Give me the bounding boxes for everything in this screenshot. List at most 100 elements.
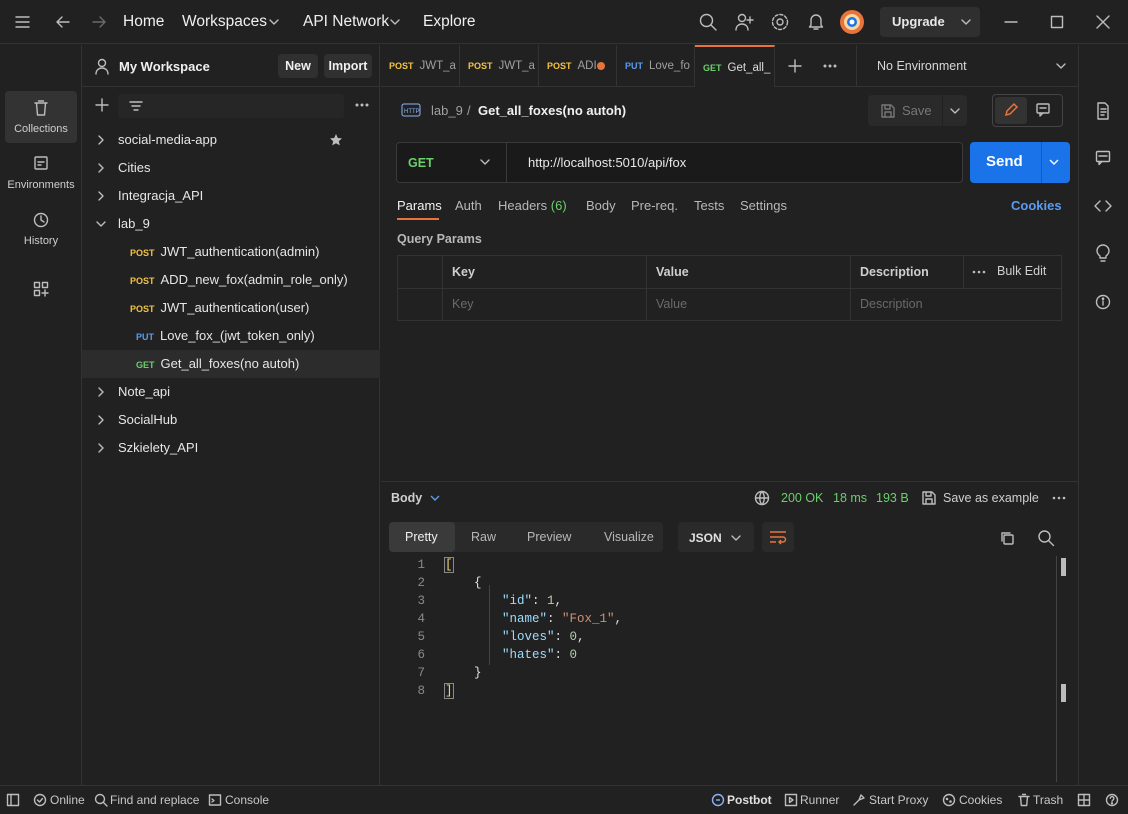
invite-user-icon[interactable]: [734, 12, 754, 32]
close-icon[interactable]: [1095, 14, 1111, 30]
upgrade-button[interactable]: Upgrade: [880, 7, 980, 37]
lightbulb-icon[interactable]: [1094, 244, 1112, 262]
back-arrow-icon[interactable]: [54, 13, 72, 31]
request-item[interactable]: PUT Love_fox_(jwt_token_only): [82, 322, 380, 350]
minimize-icon[interactable]: [1003, 14, 1019, 30]
request-tab[interactable]: POST JWT_a: [381, 45, 460, 87]
tab-tests[interactable]: Tests: [694, 198, 724, 213]
request-tab[interactable]: POST ADI: [539, 45, 617, 87]
view-visualize[interactable]: Visualize: [604, 530, 654, 544]
tab-params[interactable]: Params: [397, 198, 442, 213]
cookies-link[interactable]: Cookies: [1011, 198, 1062, 213]
edit-mode-button[interactable]: [995, 97, 1027, 124]
nav-home[interactable]: Home: [123, 13, 164, 31]
import-button[interactable]: Import: [324, 54, 372, 78]
search-icon[interactable]: [1037, 529, 1055, 547]
value-input[interactable]: Value: [656, 297, 687, 311]
globe-icon[interactable]: [754, 490, 770, 506]
view-raw[interactable]: Raw: [471, 530, 496, 544]
tab-more-icon[interactable]: [822, 58, 838, 74]
layout-grid-icon[interactable]: [1077, 793, 1091, 807]
collection-item[interactable]: Szkielety_API: [82, 434, 380, 462]
request-item[interactable]: POST JWT_authentication(user): [82, 294, 380, 322]
search-icon[interactable]: [698, 12, 718, 32]
avatar[interactable]: [840, 10, 864, 34]
environment-selector[interactable]: No Environment: [856, 45, 1078, 87]
rail-history[interactable]: History: [5, 203, 77, 255]
apps-grid-icon[interactable]: [33, 281, 49, 297]
save-button[interactable]: Save: [868, 95, 942, 126]
menu-icon[interactable]: [14, 14, 32, 30]
breadcrumb-parent[interactable]: lab_9: [431, 103, 463, 118]
nav-workspaces[interactable]: Workspaces: [182, 13, 267, 31]
collection-item[interactable]: Cities: [82, 154, 380, 182]
description-input[interactable]: Description: [860, 297, 923, 311]
trash-button[interactable]: Trash: [1033, 793, 1063, 807]
response-size[interactable]: 193 B: [876, 491, 909, 505]
chevron-down-icon[interactable]: [389, 17, 401, 27]
save-as-example-button[interactable]: Save as example: [943, 491, 1039, 505]
code-icon[interactable]: [1094, 198, 1112, 214]
rail-collections[interactable]: Collections: [5, 91, 77, 143]
plus-icon[interactable]: [94, 97, 110, 113]
response-body-label[interactable]: Body: [391, 491, 422, 505]
filter-input[interactable]: [118, 94, 344, 118]
status-badge[interactable]: 200 OK: [781, 491, 823, 505]
more-options-icon[interactable]: [1052, 491, 1066, 505]
comment-icon[interactable]: [1035, 102, 1051, 118]
collection-item-expanded[interactable]: lab_9: [82, 210, 380, 238]
copy-icon[interactable]: [999, 530, 1015, 546]
new-button[interactable]: New: [278, 54, 318, 78]
more-options-icon[interactable]: [354, 97, 370, 113]
collection-item[interactable]: Note_api: [82, 378, 380, 406]
key-input[interactable]: Key: [452, 297, 474, 311]
chevron-down-icon[interactable]: [429, 493, 441, 503]
nav-api-network[interactable]: API Network: [303, 13, 389, 31]
runner-button[interactable]: Runner: [800, 793, 839, 807]
star-icon[interactable]: [329, 133, 343, 147]
view-pretty[interactable]: Pretty: [405, 530, 438, 544]
save-options-button[interactable]: [943, 95, 967, 126]
chevron-down-icon[interactable]: [268, 17, 280, 27]
bell-icon[interactable]: [806, 11, 826, 31]
scrollbar-thumb[interactable]: [1061, 684, 1066, 702]
bulk-edit-button[interactable]: Bulk Edit: [997, 264, 1046, 278]
chevron-down-icon[interactable]: [960, 17, 972, 27]
more-options-icon[interactable]: [972, 265, 986, 279]
cookies-button[interactable]: Cookies: [959, 793, 1002, 807]
request-item[interactable]: POST JWT_authentication(admin): [82, 238, 380, 266]
response-time[interactable]: 18 ms: [833, 491, 867, 505]
new-tab-plus-icon[interactable]: [787, 58, 803, 74]
collection-item[interactable]: Integracja_API: [82, 182, 380, 210]
tab-auth[interactable]: Auth: [455, 198, 482, 213]
rail-environments[interactable]: Environments: [5, 147, 77, 199]
tab-prereq[interactable]: Pre-req.: [631, 198, 678, 213]
info-icon[interactable]: [1095, 294, 1111, 310]
chevron-down-icon[interactable]: [1048, 157, 1060, 167]
request-tab-active[interactable]: GET Get_all_: [695, 45, 775, 87]
request-tab[interactable]: PUT Love_fo: [617, 45, 695, 87]
wrap-lines-button[interactable]: [762, 522, 794, 552]
tab-body[interactable]: Body: [586, 198, 616, 213]
scrollbar-thumb[interactable]: [1061, 558, 1066, 576]
find-and-replace-button[interactable]: Find and replace: [110, 793, 199, 807]
format-select[interactable]: JSON: [678, 522, 754, 552]
maximize-icon[interactable]: [1049, 14, 1065, 30]
tab-headers[interactable]: Headers (6): [498, 198, 567, 213]
view-preview[interactable]: Preview: [527, 530, 571, 544]
send-button[interactable]: Send: [970, 142, 1070, 183]
comments-icon[interactable]: [1095, 150, 1111, 166]
request-item[interactable]: POST ADD_new_fox(admin_role_only): [82, 266, 380, 294]
url-input[interactable]: http://localhost:5010/api/fox: [528, 155, 686, 170]
documentation-icon[interactable]: [1095, 102, 1111, 120]
method-select[interactable]: GET: [397, 143, 507, 182]
postbot-button[interactable]: Postbot: [727, 793, 772, 807]
nav-explore[interactable]: Explore: [423, 13, 476, 31]
response-code-view[interactable]: 1 [ 2 { 3 "id": 1, 4 "name": "Fox_1", 5 …: [395, 557, 1055, 708]
start-proxy-button[interactable]: Start Proxy: [869, 793, 928, 807]
gear-icon[interactable]: [770, 12, 790, 32]
help-icon[interactable]: [1105, 793, 1119, 807]
console-button[interactable]: Console: [225, 793, 269, 807]
sidebar-toggle-icon[interactable]: [6, 793, 20, 807]
tab-settings[interactable]: Settings: [740, 198, 787, 213]
